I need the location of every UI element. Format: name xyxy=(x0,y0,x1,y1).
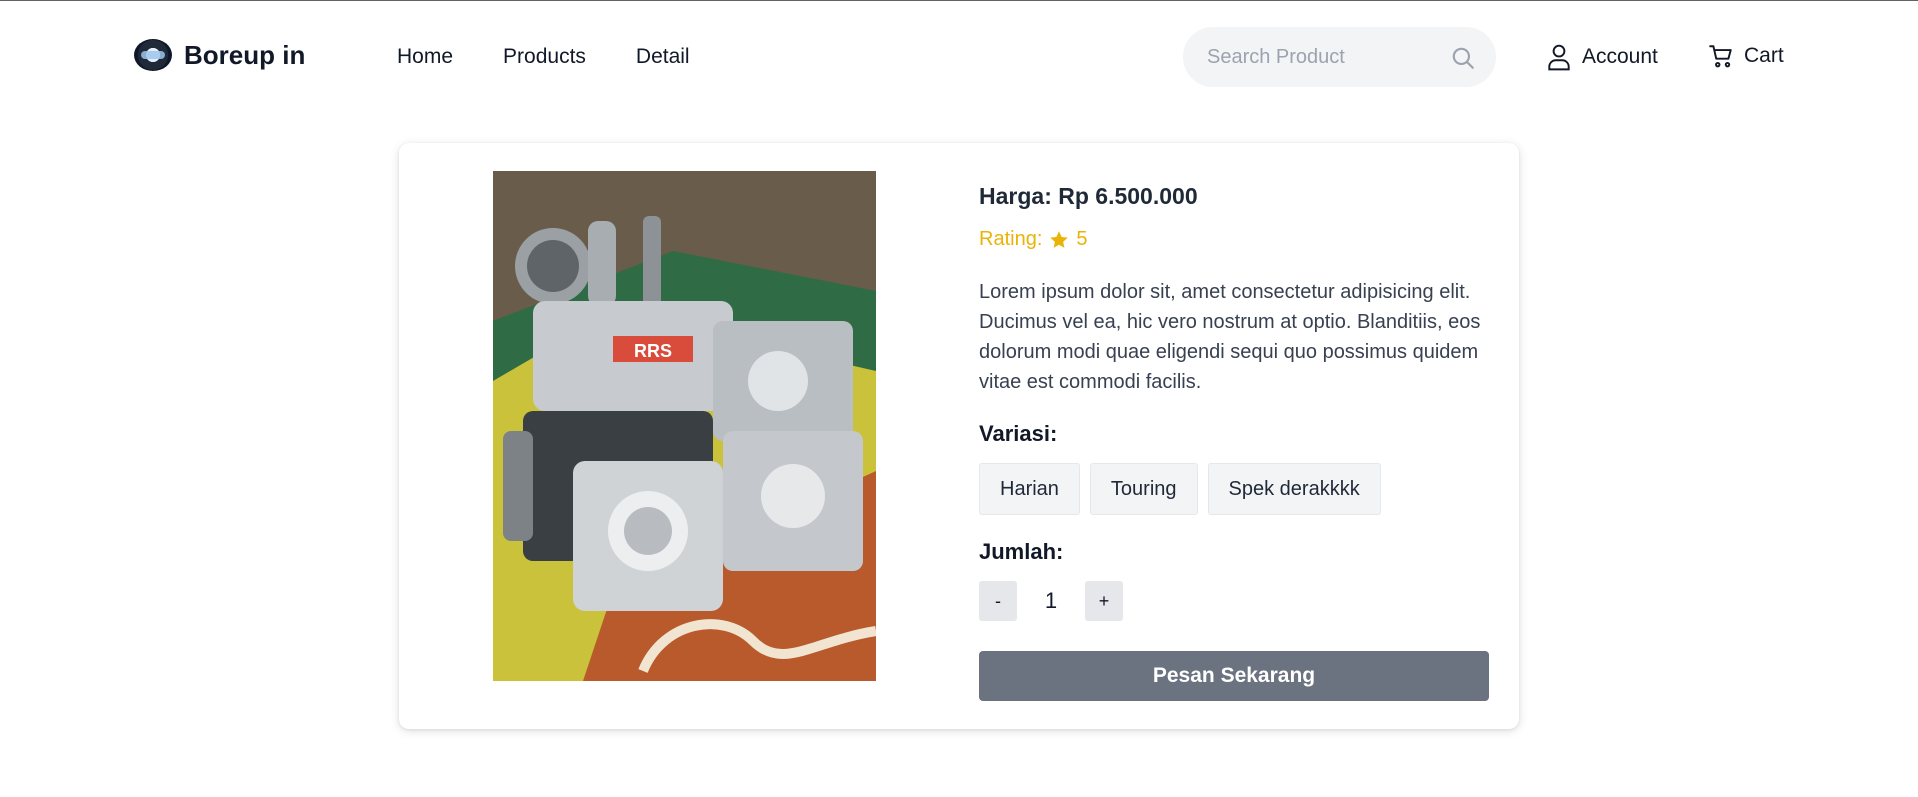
rating-value: 5 xyxy=(1076,228,1088,250)
image-badge-text: RRS xyxy=(634,341,672,361)
quantity-stepper: - 1 + xyxy=(979,581,1491,621)
nav-home[interactable]: Home xyxy=(397,45,453,69)
variants-label: Variasi: xyxy=(979,421,1058,446)
variant-touring[interactable]: Touring xyxy=(1089,463,1198,515)
decrease-quantity-button[interactable]: - xyxy=(979,581,1017,621)
star-icon xyxy=(1050,230,1069,248)
cart-icon xyxy=(1709,45,1732,68)
nav-products[interactable]: Products xyxy=(503,45,586,69)
brand-name: Boreup in xyxy=(184,39,306,70)
rating-label: Rating: xyxy=(979,228,1043,250)
product-info: Harga: Rp 6.500.000 Rating: 5 Lorem ipsu… xyxy=(979,183,1491,701)
product-rating: Rating: 5 xyxy=(979,228,1491,251)
variant-harian[interactable]: Harian xyxy=(979,463,1080,515)
user-icon xyxy=(1548,44,1570,71)
cart-link[interactable]: Cart xyxy=(1708,43,1784,69)
brand[interactable]: Boreup in xyxy=(134,39,305,71)
product-detail-card: RRS Harga: Rp 6.500.000 Rating: 5 Lorem … xyxy=(399,143,1519,729)
brand-logo-icon xyxy=(134,39,172,71)
search-input[interactable] xyxy=(1207,45,1437,69)
site-header: Boreup in Home Products Detail Account C… xyxy=(0,1,1918,111)
nav-detail[interactable]: Detail xyxy=(636,45,690,69)
search-icon[interactable] xyxy=(1450,45,1476,71)
search-box xyxy=(1183,27,1496,87)
product-image: RRS xyxy=(493,171,876,681)
increase-quantity-button[interactable]: + xyxy=(1085,581,1123,621)
cart-label: Cart xyxy=(1744,44,1784,67)
product-price: Harga: Rp 6.500.000 xyxy=(979,183,1198,209)
quantity-label: Jumlah: xyxy=(979,539,1064,564)
main-nav: Home Products Detail xyxy=(397,45,690,69)
account-label: Account xyxy=(1582,45,1658,68)
product-description: Lorem ipsum dolor sit, amet consectetur … xyxy=(979,281,1481,393)
order-now-button[interactable]: Pesan Sekarang xyxy=(979,651,1489,701)
variant-options: Harian Touring Spek derakkkk xyxy=(979,463,1491,515)
quantity-value: 1 xyxy=(1044,588,1058,613)
product-photo-illustration: RRS xyxy=(493,171,876,681)
account-link[interactable]: Account xyxy=(1546,43,1658,71)
variant-spek-derakkkk[interactable]: Spek derakkkk xyxy=(1207,463,1381,515)
